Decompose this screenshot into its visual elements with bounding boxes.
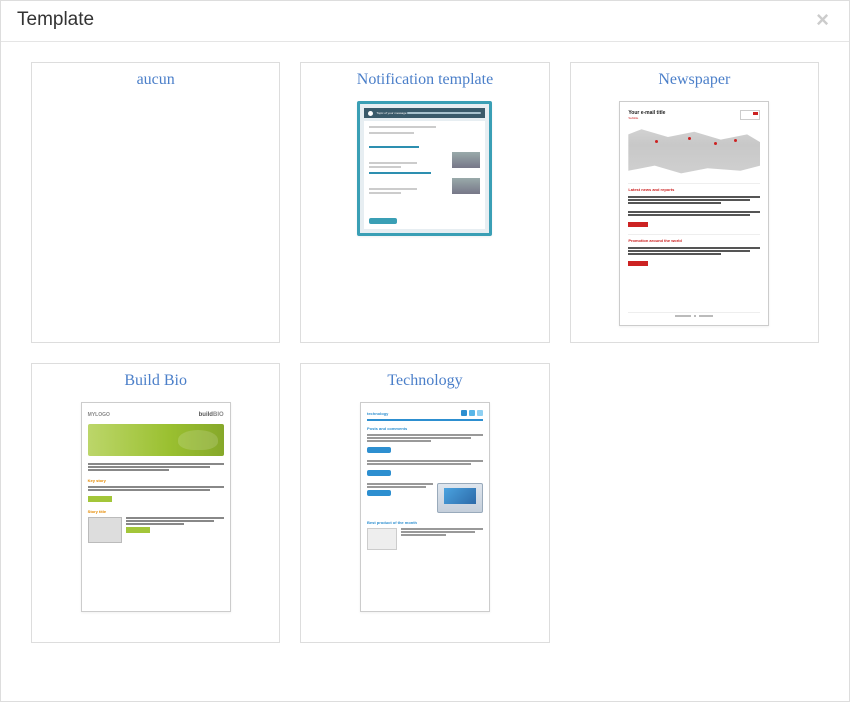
thumb-subtitle: Subtitle: [628, 116, 665, 120]
template-card-buildbio[interactable]: Build Bio MYLOGO buildBIO Key story Stor…: [31, 363, 280, 643]
thumb-subject: Topic of your message: [376, 111, 406, 115]
modal-title: Template: [17, 9, 94, 31]
thumbnail-newspaper: Your e-mail title Subtitle L: [619, 101, 769, 326]
template-title: aucun: [137, 63, 175, 95]
modal-body[interactable]: aucun Notification template Topic of you…: [1, 42, 849, 701]
thumbnail-notification: Topic of your message: [357, 101, 492, 236]
thumb-logo3: BIO: [213, 412, 224, 418]
template-title: Notification template: [357, 63, 493, 95]
thumbnail-technology: technology Posts and comments: [360, 402, 490, 612]
thumb-logo: MYLOGO: [88, 412, 110, 418]
thumb-section: Latest news and reports: [628, 183, 760, 192]
template-card-technology[interactable]: Technology technology Posts and comments: [300, 363, 549, 643]
template-title: Technology: [387, 364, 462, 396]
template-card-newspaper[interactable]: Newspaper Your e-mail title Subtitle: [570, 62, 819, 343]
thumb-section: Key story: [88, 478, 224, 483]
template-title: Newspaper: [658, 63, 730, 95]
modal-header: Template ×: [1, 1, 849, 42]
thumbnail-wrap: Your e-mail title Subtitle L: [571, 95, 818, 332]
thumb-section: Posts and comments: [367, 426, 483, 431]
thumb-section: Promotion around the world: [628, 234, 760, 243]
thumbnail-wrap: Topic of your message: [301, 95, 548, 332]
close-button[interactable]: ×: [812, 9, 833, 31]
template-card-aucun[interactable]: aucun: [31, 62, 280, 343]
thumb-logo: technology: [367, 411, 388, 416]
template-grid: aucun Notification template Topic of you…: [31, 62, 819, 643]
template-modal: Template × aucun Notification template T…: [0, 0, 850, 702]
thumb-section: Story title: [88, 509, 224, 514]
thumbnail-buildbio: MYLOGO buildBIO Key story Story title: [81, 402, 231, 612]
thumbnail-wrap: MYLOGO buildBIO Key story Story title: [32, 396, 279, 632]
thumb-logo2: build: [199, 412, 213, 418]
thumb-section: Best product of the month: [367, 520, 483, 525]
thumbnail-empty: [32, 95, 279, 332]
template-card-notification[interactable]: Notification template Topic of your mess…: [300, 62, 549, 343]
template-title: Build Bio: [124, 364, 187, 396]
thumbnail-wrap: technology Posts and comments: [301, 396, 548, 632]
